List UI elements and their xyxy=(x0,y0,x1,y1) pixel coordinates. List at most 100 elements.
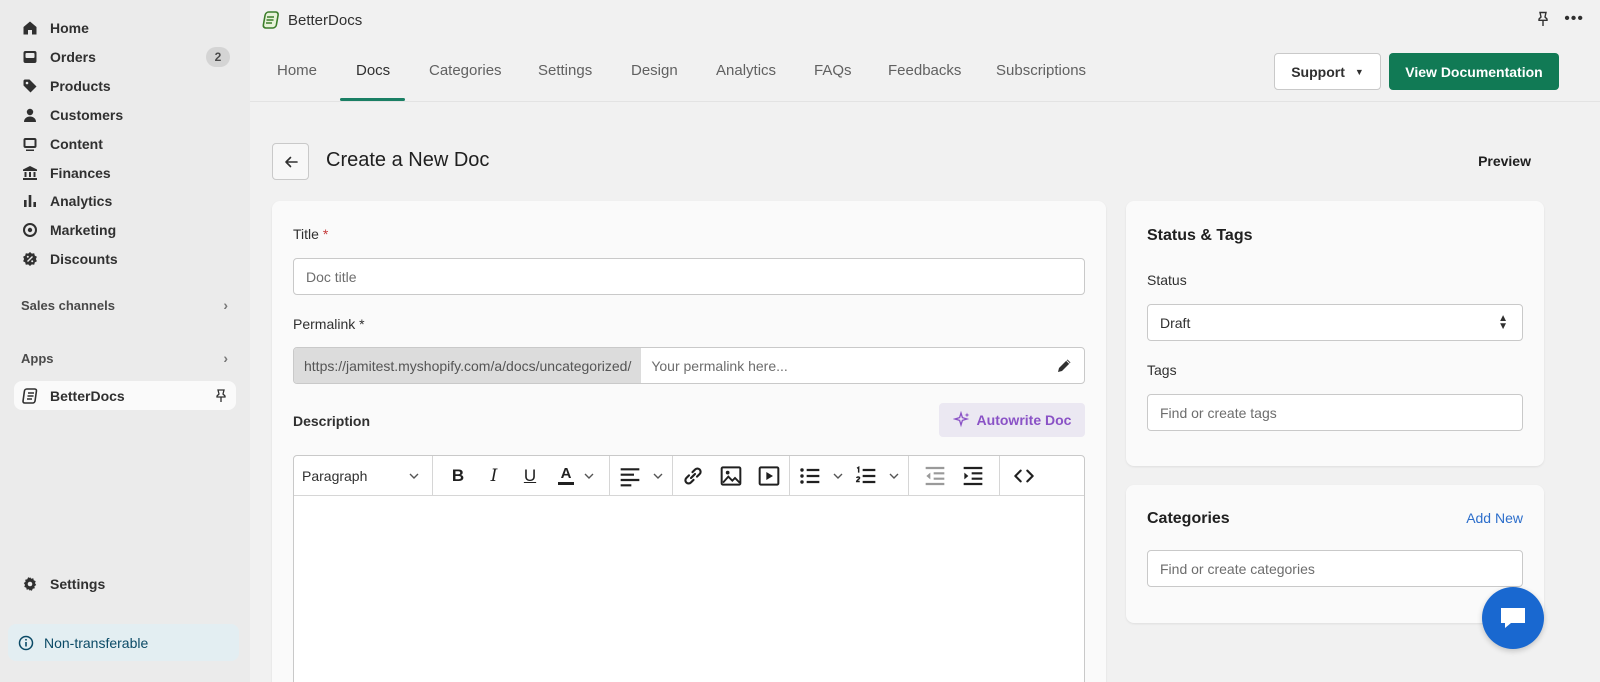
sidebar-item-label: Customers xyxy=(50,107,124,123)
sidebar-item-settings[interactable]: Settings xyxy=(14,571,236,597)
paragraph-style-label: Paragraph xyxy=(302,467,368,484)
editor-toolbar: Paragraph B I U A xyxy=(294,456,1084,496)
sidebar-item-label: BetterDocs xyxy=(50,387,125,404)
status-select[interactable]: Draft ▲ ▼ xyxy=(1147,304,1523,341)
code-view-icon[interactable] xyxy=(1012,464,1036,488)
align-left-icon[interactable] xyxy=(618,464,642,488)
tab-feedbacks[interactable]: Feedbacks xyxy=(888,62,961,79)
sidebar-item-orders[interactable]: Orders 2 xyxy=(14,44,236,70)
sidebar-item-finances[interactable]: Finances xyxy=(14,160,236,186)
toolbar-group-code xyxy=(1000,456,1048,496)
non-transferable-label: Non-transferable xyxy=(44,634,149,651)
app-name: BetterDocs xyxy=(288,11,363,29)
sidebar-item-home[interactable]: Home xyxy=(14,15,236,41)
link-icon[interactable] xyxy=(681,464,705,488)
sidebar-item-betterdocs[interactable]: BetterDocs xyxy=(14,381,236,410)
pencil-icon xyxy=(1057,359,1070,372)
italic-icon[interactable]: I xyxy=(483,464,505,488)
discount-icon xyxy=(22,251,38,267)
view-documentation-button[interactable]: View Documentation xyxy=(1389,53,1559,90)
categories-card: Categories Add New Find or create catego… xyxy=(1126,485,1544,623)
video-insert-icon[interactable] xyxy=(757,464,781,488)
tab-home[interactable]: Home xyxy=(277,62,317,79)
preview-button[interactable]: Preview xyxy=(1478,153,1531,169)
sidebar-section-label: Apps xyxy=(21,350,54,366)
toolbar-group-indent xyxy=(909,456,1000,496)
back-button[interactable] xyxy=(272,143,309,180)
chevron-down-icon[interactable] xyxy=(583,470,595,482)
non-transferable-banner[interactable]: Non-transferable xyxy=(8,624,239,661)
sidebar-section-sales-channels[interactable]: Sales channels › xyxy=(14,294,236,316)
sidebar-item-label: Content xyxy=(50,136,103,152)
chevron-down-icon[interactable] xyxy=(652,470,664,482)
numbered-list-icon[interactable] xyxy=(854,464,878,488)
person-icon xyxy=(22,107,38,123)
sidebar-item-content[interactable]: Content xyxy=(14,131,236,157)
sidebar: Home Orders 2 Products Customers Content… xyxy=(0,0,250,682)
status-label: Status xyxy=(1147,272,1187,288)
status-tags-card: Status & Tags Status Draft ▲ ▼ Tags Find … xyxy=(1126,201,1544,466)
caret-down-icon: ▼ xyxy=(1354,66,1364,77)
tab-analytics[interactable]: Analytics xyxy=(716,62,776,79)
categories-placeholder: Find or create categories xyxy=(1160,560,1315,577)
sidebar-item-products[interactable]: Products xyxy=(14,73,236,99)
sidebar-item-customers[interactable]: Customers xyxy=(14,102,236,128)
toolbar-group-insert xyxy=(673,456,790,496)
sidebar-item-label: Marketing xyxy=(50,222,117,238)
sidebar-item-marketing[interactable]: Marketing xyxy=(14,217,236,243)
tab-design[interactable]: Design xyxy=(631,62,678,79)
tab-faqs[interactable]: FAQs xyxy=(814,62,852,79)
bank-icon xyxy=(22,165,38,181)
image-insert-icon[interactable] xyxy=(719,464,743,488)
chevron-down-icon[interactable] xyxy=(888,470,900,482)
toolbar-group-lists xyxy=(790,456,909,496)
sidebar-item-label: Analytics xyxy=(50,193,113,209)
permalink-input[interactable]: Your permalink here... xyxy=(641,348,1044,383)
tab-categories[interactable]: Categories xyxy=(429,62,502,79)
bold-icon[interactable]: B xyxy=(447,464,469,488)
chevron-right-icon: › xyxy=(223,350,228,366)
chevron-right-icon: › xyxy=(223,297,228,313)
sidebar-item-label: Orders xyxy=(50,49,96,65)
title-input[interactable]: Doc title xyxy=(293,258,1085,295)
edit-permalink-button[interactable] xyxy=(1044,348,1084,383)
editor-content-area[interactable] xyxy=(294,496,1084,682)
bullet-list-icon[interactable] xyxy=(798,464,822,488)
chevron-down-icon[interactable] xyxy=(832,470,844,482)
rich-text-editor: Paragraph B I U A xyxy=(293,455,1085,682)
tags-placeholder: Find or create tags xyxy=(1160,404,1277,421)
tab-docs[interactable]: Docs xyxy=(356,62,390,79)
permalink-field: https://jamitest.myshopify.com/a/docs/un… xyxy=(293,347,1085,384)
paragraph-style-select[interactable]: Paragraph xyxy=(298,468,424,484)
sidebar-item-analytics[interactable]: Analytics xyxy=(14,188,236,214)
sidebar-item-label: Settings xyxy=(50,576,106,592)
betterdocs-app-icon xyxy=(22,387,38,404)
sidebar-item-discounts[interactable]: Discounts xyxy=(14,246,236,272)
sparkle-icon xyxy=(952,411,970,428)
title-placeholder: Doc title xyxy=(306,268,357,285)
tags-input[interactable]: Find or create tags xyxy=(1147,394,1523,431)
add-new-category-link[interactable]: Add New xyxy=(1466,510,1523,526)
tag-icon xyxy=(22,78,38,94)
support-dropdown-button[interactable]: Support ▼ xyxy=(1274,53,1381,90)
tab-settings[interactable]: Settings xyxy=(538,62,592,79)
chat-support-button[interactable] xyxy=(1482,587,1544,649)
permalink-placeholder: Your permalink here... xyxy=(651,357,788,374)
more-options-icon[interactable]: ••• xyxy=(1564,10,1584,28)
autowrite-doc-button[interactable]: Autowrite Doc xyxy=(939,403,1085,437)
chat-icon xyxy=(1501,608,1525,628)
tab-subscriptions[interactable]: Subscriptions xyxy=(996,62,1086,79)
outdent-icon[interactable] xyxy=(923,464,947,488)
indent-icon[interactable] xyxy=(961,464,985,488)
pin-icon[interactable] xyxy=(214,388,228,403)
sidebar-item-label: Discounts xyxy=(50,251,118,267)
pin-icon[interactable] xyxy=(1536,11,1550,27)
sidebar-item-label: Finances xyxy=(50,165,111,181)
home-icon xyxy=(22,20,38,36)
betterdocs-logo-icon xyxy=(262,11,279,29)
text-color-icon[interactable]: A xyxy=(555,464,577,488)
sidebar-section-apps[interactable]: Apps › xyxy=(14,347,236,369)
underline-icon[interactable]: U xyxy=(519,464,541,488)
orders-count-badge: 2 xyxy=(206,47,230,67)
categories-input[interactable]: Find or create categories xyxy=(1147,550,1523,587)
